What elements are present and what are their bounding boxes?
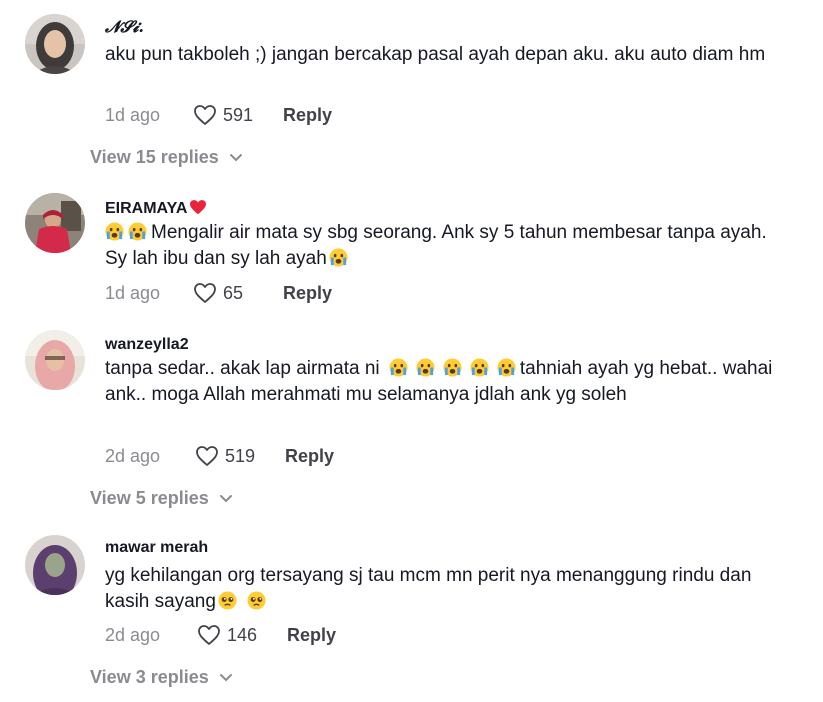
crying-face-icon <box>416 358 435 377</box>
heart-outline-icon <box>194 283 216 303</box>
comment-text: aku pun takboleh ;) jangan bercakap pasa… <box>105 44 766 65</box>
comment-meta: 1d ago 591 Reply <box>105 102 332 128</box>
pleading-face-icon <box>247 591 266 610</box>
crying-face-icon <box>389 358 408 377</box>
avatar[interactable] <box>25 14 85 74</box>
comment-text: yg kehilangan org tersayang sj tau mcm m… <box>105 563 785 615</box>
comment-text-content: Mengalir air mata sy sbg seorang. Ank sy… <box>105 222 767 269</box>
username[interactable]: 𝓝𝓢𝓲. <box>105 17 144 37</box>
heart-outline-icon <box>196 446 218 466</box>
crying-face-icon <box>128 222 147 241</box>
username[interactable]: wanzeylla2 <box>105 336 189 354</box>
heart-outline-icon <box>194 105 216 125</box>
comment-meta: 1d ago 65 Reply <box>105 280 332 306</box>
chevron-down-icon <box>219 673 232 681</box>
reply-button[interactable]: Reply <box>283 283 332 304</box>
avatar[interactable] <box>25 193 85 253</box>
like-button[interactable]: 519 <box>195 445 255 467</box>
crying-face-icon <box>497 358 516 377</box>
like-count: 65 <box>223 282 244 303</box>
chevron-down-icon <box>229 153 242 161</box>
red-heart-icon <box>190 200 207 215</box>
crying-face-icon <box>443 358 462 377</box>
view-replies-button[interactable]: View 15 replies <box>90 147 243 168</box>
username-text: EIRAMAYA <box>105 200 188 217</box>
comment-time: 1d ago <box>105 104 161 125</box>
like-button[interactable]: 146 <box>197 624 257 646</box>
heart-outline-icon <box>198 625 220 645</box>
comment-text-content: yg kehilangan org tersayang sj tau mcm m… <box>105 565 752 612</box>
crying-face-icon <box>470 358 489 377</box>
comment-time: 2d ago <box>105 624 161 645</box>
pleading-face-icon <box>218 591 237 610</box>
username[interactable]: mawar merah <box>105 539 208 557</box>
comment-text-content: tanpa sedar.. akak lap airmata ni <box>105 358 380 379</box>
like-count: 519 <box>225 445 256 466</box>
like-button[interactable]: 591 <box>193 104 253 126</box>
like-button[interactable]: 65 <box>193 282 243 304</box>
like-count: 591 <box>223 104 254 125</box>
crying-face-icon <box>105 222 124 241</box>
comment-meta: 2d ago 146 Reply <box>105 622 336 648</box>
view-replies-label: View 5 replies <box>90 488 209 508</box>
crying-face-icon <box>329 248 348 267</box>
view-replies-button[interactable]: View 3 replies <box>90 667 233 688</box>
comment-time: 2d ago <box>105 445 161 466</box>
username[interactable]: EIRAMAYA <box>105 199 207 218</box>
comment-meta: 2d ago 519 Reply <box>105 443 334 469</box>
reply-button[interactable]: Reply <box>287 625 336 646</box>
view-replies-label: View 3 replies <box>90 667 209 687</box>
like-count: 146 <box>227 624 258 645</box>
comment-text: Mengalir air mata sy sbg seorang. Ank sy… <box>105 220 785 272</box>
reply-button[interactable]: Reply <box>285 446 334 467</box>
avatar[interactable] <box>25 330 85 390</box>
view-replies-label: View 15 replies <box>90 147 219 167</box>
comment-text: tanpa sedar.. akak lap airmata ni tahnia… <box>105 356 785 408</box>
chevron-down-icon <box>219 494 232 502</box>
avatar[interactable] <box>25 535 85 595</box>
view-replies-button[interactable]: View 5 replies <box>90 488 233 509</box>
comment-time: 1d ago <box>105 282 161 303</box>
reply-button[interactable]: Reply <box>283 105 332 126</box>
